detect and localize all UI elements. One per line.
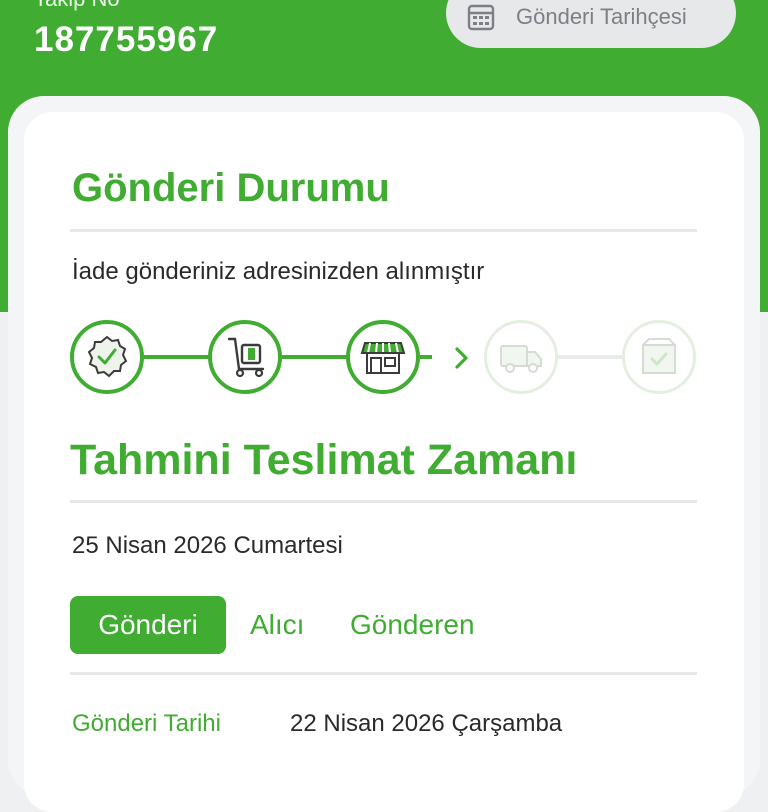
package-check-icon: [642, 338, 676, 374]
step-in-transit: [484, 320, 558, 394]
step-at-branch: [346, 320, 420, 394]
eta-title: Tahmini Teslimat Zamanı: [70, 436, 578, 484]
step-picked-up: [208, 320, 282, 394]
status-message: İade gönderiniz adresinizden alınmıştır: [72, 258, 485, 285]
shipment-date-value: 22 Nisan 2026 Çarşamba: [290, 710, 563, 737]
step-connector: [144, 355, 210, 359]
status-title: Gönderi Durumu: [72, 166, 390, 210]
check-badge-icon: [87, 335, 128, 378]
tracking-number: 187755967: [34, 20, 219, 59]
tab-sender[interactable]: Gönderen: [350, 596, 475, 654]
calendar-icon: [467, 4, 495, 31]
step-received: [70, 320, 144, 394]
divider: [70, 672, 697, 675]
divider: [70, 500, 697, 503]
step-connector: [420, 355, 432, 359]
tab-shipment[interactable]: Gönderi: [70, 596, 226, 654]
step-connector: [558, 355, 622, 359]
store-icon: [360, 342, 406, 374]
delivery-truck-icon: [500, 345, 542, 373]
shipment-history-button[interactable]: Gönderi Tarihçesi: [446, 0, 736, 48]
divider: [70, 229, 697, 232]
tab-recipient[interactable]: Alıcı: [250, 596, 304, 654]
tracking-label: Takip No: [34, 0, 120, 12]
shipment-history-label: Gönderi Tarihçesi: [516, 4, 687, 29]
step-delivered: [622, 320, 696, 394]
step-connector: [282, 355, 348, 359]
shipment-date-label: Gönderi Tarihi: [72, 710, 221, 737]
chevron-right-icon: [455, 347, 468, 369]
hand-truck-icon: [227, 337, 265, 378]
eta-date: 25 Nisan 2026 Cumartesi: [72, 532, 343, 559]
